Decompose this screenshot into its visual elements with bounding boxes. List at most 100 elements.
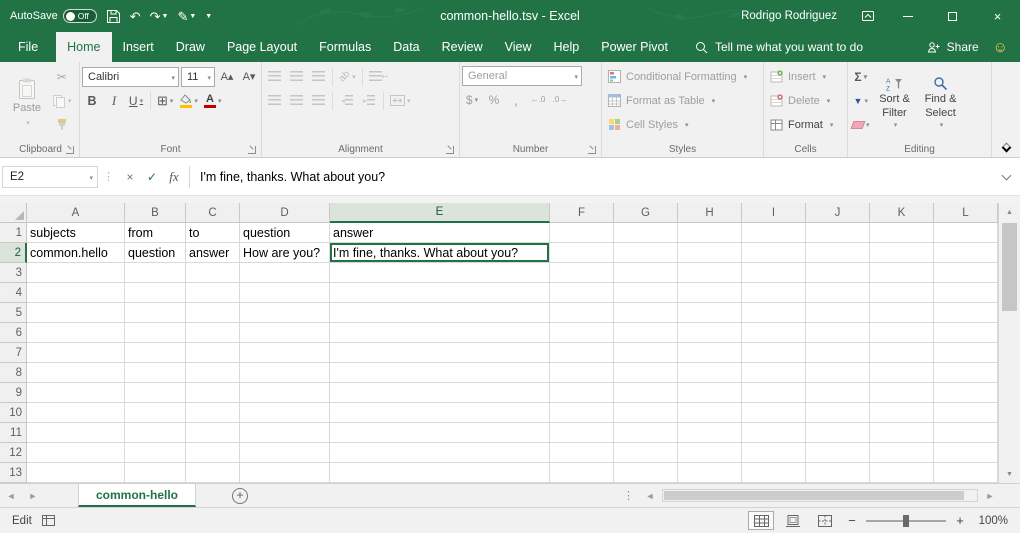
cell-H8[interactable] <box>678 363 742 383</box>
scroll-down-icon[interactable]: ▼ <box>999 466 1020 482</box>
tab-insert[interactable]: Insert <box>112 32 165 62</box>
cell-B9[interactable] <box>125 383 186 403</box>
paste-button[interactable]: Paste <box>4 64 50 141</box>
orientation-button[interactable]: ab <box>337 66 358 87</box>
hscroll-left-icon[interactable]: ◄ <box>642 491 658 501</box>
enter-entry-button[interactable]: ✓ <box>141 166 163 188</box>
cell-D8[interactable] <box>240 363 330 383</box>
cell-H10[interactable] <box>678 403 742 423</box>
cell-E7[interactable] <box>330 343 550 363</box>
cell-J9[interactable] <box>806 383 870 403</box>
cell-D9[interactable] <box>240 383 330 403</box>
cell-K6[interactable] <box>870 323 934 343</box>
cell-H9[interactable] <box>678 383 742 403</box>
bold-button[interactable]: B <box>82 90 102 111</box>
cell-E6[interactable] <box>330 323 550 343</box>
cell-C11[interactable] <box>186 423 240 443</box>
cell-I4[interactable] <box>742 283 806 303</box>
cell-D10[interactable] <box>240 403 330 423</box>
name-box-dropdown-icon[interactable] <box>87 171 93 183</box>
cell-G5[interactable] <box>614 303 678 323</box>
column-header-F[interactable]: F <box>550 203 614 223</box>
cell-H5[interactable] <box>678 303 742 323</box>
vertical-scrollbar-thumb[interactable] <box>1002 223 1017 311</box>
customize-quick-access-toolbar-button[interactable]: ▼ <box>205 13 212 20</box>
close-button[interactable]: × <box>975 0 1020 32</box>
cell-K4[interactable] <box>870 283 934 303</box>
cell-F8[interactable] <box>550 363 614 383</box>
column-header-D[interactable]: D <box>240 203 330 223</box>
row-header-8[interactable]: 8 <box>0 363 27 383</box>
cell-C7[interactable] <box>186 343 240 363</box>
cell-L5[interactable] <box>934 303 998 323</box>
cell-I10[interactable] <box>742 403 806 423</box>
column-header-H[interactable]: H <box>678 203 742 223</box>
tab-data[interactable]: Data <box>382 32 430 62</box>
cell-D4[interactable] <box>240 283 330 303</box>
insert-function-button[interactable]: fx <box>163 166 185 188</box>
cell-E11[interactable] <box>330 423 550 443</box>
cell-L12[interactable] <box>934 443 998 463</box>
cell-B12[interactable] <box>125 443 186 463</box>
macro-record-button[interactable] <box>42 515 55 526</box>
increase-decimal-button[interactable]: ←.0 <box>528 89 548 110</box>
cell-J10[interactable] <box>806 403 870 423</box>
column-header-C[interactable]: C <box>186 203 240 223</box>
comma-style-button[interactable]: , <box>506 89 526 110</box>
cell-H1[interactable] <box>678 223 742 243</box>
cell-G10[interactable] <box>614 403 678 423</box>
cell-B8[interactable] <box>125 363 186 383</box>
delete-cells-button[interactable]: Delete <box>766 90 845 111</box>
cell-L6[interactable] <box>934 323 998 343</box>
middle-align-button[interactable] <box>286 66 306 87</box>
align-right-button[interactable] <box>308 90 328 111</box>
cell-G1[interactable] <box>614 223 678 243</box>
cell-J5[interactable] <box>806 303 870 323</box>
cell-K13[interactable] <box>870 463 934 483</box>
cell-C13[interactable] <box>186 463 240 483</box>
row-header-10[interactable]: 10 <box>0 403 27 423</box>
cell-F9[interactable] <box>550 383 614 403</box>
column-header-G[interactable]: G <box>614 203 678 223</box>
cell-A1[interactable]: subjects <box>27 223 125 243</box>
scroll-up-icon[interactable]: ▲ <box>999 204 1020 220</box>
bottom-align-button[interactable] <box>308 66 328 87</box>
cell-K12[interactable] <box>870 443 934 463</box>
collapse-ribbon-button[interactable] <box>1002 143 1012 153</box>
cell-C6[interactable] <box>186 323 240 343</box>
row-header-5[interactable]: 5 <box>0 303 27 323</box>
decrease-decimal-button[interactable]: .0→ <box>550 89 570 110</box>
sort-and-filter-button[interactable]: AZ Sort & Filter <box>872 64 918 141</box>
cell-B11[interactable] <box>125 423 186 443</box>
insert-cells-button[interactable]: Insert <box>766 66 845 87</box>
cell-K3[interactable] <box>870 263 934 283</box>
sheet-nav-right-icon[interactable]: ► <box>22 484 44 507</box>
cell-L11[interactable] <box>934 423 998 443</box>
cell-D11[interactable] <box>240 423 330 443</box>
center-button[interactable] <box>286 90 306 111</box>
normal-view-button[interactable] <box>748 511 774 530</box>
cell-F11[interactable] <box>550 423 614 443</box>
cell-K11[interactable] <box>870 423 934 443</box>
font-color-button[interactable]: A <box>202 90 224 111</box>
save-button[interactable] <box>106 9 121 24</box>
vertical-scrollbar[interactable]: ▲ ▼ <box>998 203 1020 483</box>
horizontal-scrollbar-thumb[interactable] <box>664 491 964 500</box>
top-align-button[interactable] <box>264 66 284 87</box>
font-size-select[interactable]: 11 <box>181 67 215 87</box>
cell-J6[interactable] <box>806 323 870 343</box>
cell-F10[interactable] <box>550 403 614 423</box>
cell-B7[interactable] <box>125 343 186 363</box>
fill-color-button[interactable] <box>177 90 200 111</box>
cell-C3[interactable] <box>186 263 240 283</box>
tab-home[interactable]: Home <box>56 32 111 62</box>
row-header-12[interactable]: 12 <box>0 443 27 463</box>
cell-C4[interactable] <box>186 283 240 303</box>
cell-L1[interactable] <box>934 223 998 243</box>
tab-review[interactable]: Review <box>431 32 494 62</box>
row-header-4[interactable]: 4 <box>0 283 27 303</box>
sheet-tab-common-hello[interactable]: common-hello <box>78 484 196 507</box>
cell-I9[interactable] <box>742 383 806 403</box>
tab-formulas[interactable]: Formulas <box>308 32 382 62</box>
cell-E5[interactable] <box>330 303 550 323</box>
